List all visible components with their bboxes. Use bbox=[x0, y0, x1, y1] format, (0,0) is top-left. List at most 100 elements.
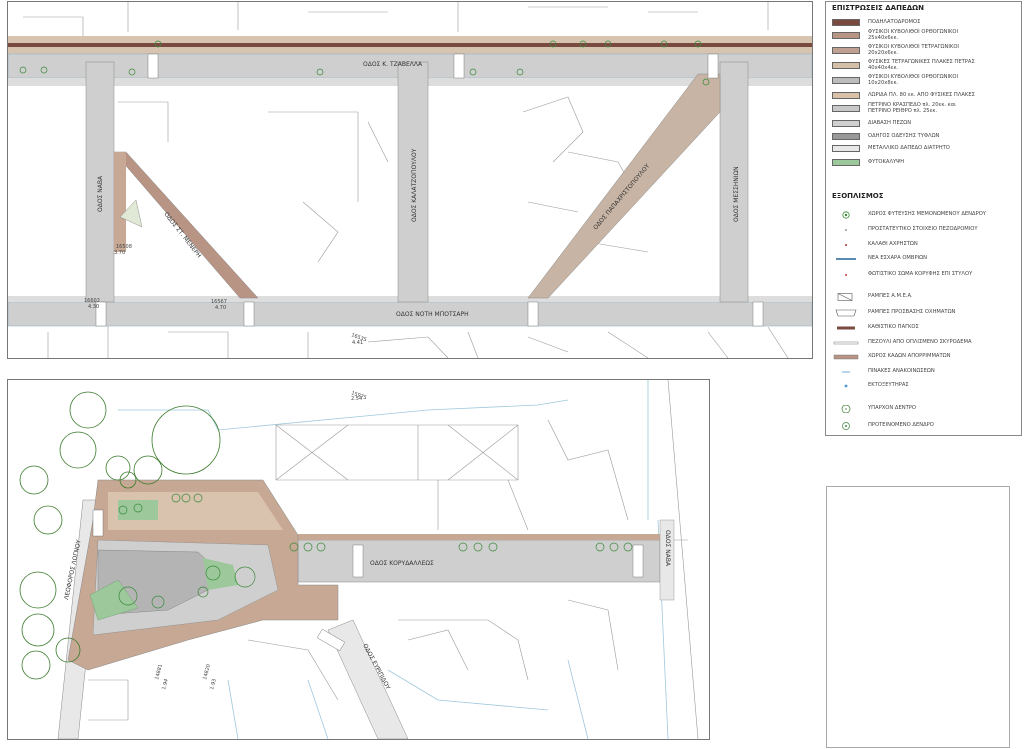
legend-surface-label: ΠΟΔΗΛΑΤΟΔΡΟΜΟΣ bbox=[868, 19, 921, 25]
legend-equipment-row: ΠΡΟΣΤΑΤΕΥΤΙΚΟ ΣΤΟΙΧΕΙΟ ΠΕΖΟΔΡΟΜΙΟΥ bbox=[832, 223, 1018, 235]
legend-surface-label: ΔΙΑΒΑΣΗ ΠΕΖΩΝ bbox=[868, 120, 912, 126]
legend-surface-row: ΛΩΡΙΔΑ ΠΛ. 80 εκ. ΑΠΟ ΦΥΣΙΚΕΣ ΠΛΑΚΕΣ bbox=[832, 89, 1018, 101]
board-icon bbox=[832, 368, 860, 375]
wall-icon bbox=[832, 339, 860, 346]
top-site-plan: ΟΔΟΣ Κ. ΤΖΑΒΕΛΛΑ ΟΔΟΣ ΝΟΤΗ ΜΠΟΤΣΑΡΗ ΟΔΟΣ… bbox=[7, 1, 813, 359]
legend-equipment-label: ΠΡΟΣΤΑΤΕΥΤΙΚΟ ΣΤΟΙΧΕΙΟ ΠΕΖΟΔΡΟΜΙΟΥ bbox=[868, 226, 978, 232]
legend-surface-row: ΟΔΗΓΟΣ ΟΔΕΥΣΗΣ ΤΥΦΛΩΝ bbox=[832, 130, 1018, 142]
sub-elevation-2: 4.70 bbox=[215, 305, 226, 311]
street-label-messinion: ΟΔΟΣ ΜΕΣΣΗΝΙΩΝ bbox=[733, 166, 740, 222]
planting-area-2 bbox=[118, 500, 158, 520]
legend-equipment-row: ΥΠΑΡΧΟΝ ΔΕΝΤΡΟ bbox=[832, 402, 1018, 414]
legend-equipment-row: ΡΑΜΠΕΣ Α.Μ.Ε.Α. bbox=[832, 290, 1018, 302]
legend-equipment-label: ΚΑΛΑΘΙ ΑΧΡΗΣΤΩΝ bbox=[868, 241, 918, 247]
legend-equipment-row: ΠΙΝΑΚΕΣ ΑΝΑΚΟΙΝΩΣΕΩΝ bbox=[832, 365, 1018, 377]
legend-title: ΕΠΙΣΤΡΩΣΕΙΣ ΔΑΠΕΔΩΝ bbox=[832, 4, 924, 12]
papachristopoulou-street bbox=[527, 73, 721, 299]
bollard-icon bbox=[832, 226, 860, 233]
legend-surface-label: ΠΕΤΡΙΝΟ ΚΡΑΣΠΕΔΟ πλ. 20εκ. και ΠΕΤΡΙΝΟ Ρ… bbox=[868, 102, 956, 114]
bin-icon bbox=[832, 241, 860, 248]
legend-equipment-label: ΧΩΡΟΣ ΦΥΤΕΥΣΗΣ ΜΕΜΟΝΩΜΕΝΟΥ ΔΕΝΔΡΟΥ bbox=[868, 211, 986, 217]
legend-surface-row: ΦΥΣΙΚΟΙ ΚΥΒΟΛΙΘΟΙ ΟΡΘΟΓΩΝΙΚΟΙ 10x20x8εκ. bbox=[832, 74, 1018, 86]
legend-surface-row: ΔΙΑΒΑΣΗ ΠΕΖΩΝ bbox=[832, 117, 1018, 129]
bench-icon bbox=[832, 324, 860, 331]
legend-equipment-row: ΧΩΡΟΣ ΦΥΤΕΥΣΗΣ ΜΕΜΟΝΩΜΕΝΟΥ ΔΕΝΔΡΟΥ bbox=[832, 208, 1018, 220]
legend-equipment-label: ΥΠΑΡΧΟΝ ΔΕΝΤΡΟ bbox=[868, 405, 916, 411]
sub-elevation-4: 3.70 bbox=[114, 250, 125, 256]
legend-swatch bbox=[832, 76, 860, 84]
legend-swatch bbox=[832, 158, 860, 166]
legend-surface-label: ΦΥΣΙΚΕΣ ΤΕΤΡΑΓΩΝΙΚΕΣ ΠΛΑΚΕΣ ΠΕΤΡΑΣ 40x40… bbox=[868, 59, 975, 71]
sub-elevation-3: 4.41 bbox=[352, 340, 363, 346]
street-label-navba: ΟΔΟΣ ΝΑΒΑ bbox=[97, 175, 104, 212]
legend-swatch bbox=[832, 46, 860, 54]
legend-equipment-label: ΠΙΝΑΚΕΣ ΑΝΑΚΟΙΝΩΣΕΩΝ bbox=[868, 368, 935, 374]
legend-equipment-label: ΚΑΘΙΣΤΙΚΟ ΠΑΓΚΟΣ bbox=[868, 324, 919, 330]
legend-swatch bbox=[832, 18, 860, 26]
legend-surface-label: ΦΥΣΙΚΟΙ ΚΥΒΟΛΙΘΟΙ ΟΡΘΟΓΩΝΙΚΟΙ 10x20x8εκ. bbox=[868, 74, 959, 86]
blank-title-block bbox=[826, 486, 1010, 748]
legend-swatch bbox=[832, 91, 860, 99]
proposed-tree-icon bbox=[832, 421, 860, 430]
street-label-notsari: ΟΔΟΣ ΝΟΤΗ ΜΠΟΤΣΑΡΗ bbox=[396, 311, 469, 318]
street-label-kalatzopoulou: ΟΔΟΣ ΚΑΛΑΤΖΟΠΟΥΛΟΥ bbox=[411, 148, 418, 222]
legend-equipment-label: ΕΚΤΟΞΕΥΤΗΡΑΣ bbox=[868, 382, 909, 388]
legend-swatch bbox=[832, 144, 860, 152]
legend-equipment-title: ΕΞΟΠΛΙΣΜΟΣ bbox=[832, 192, 884, 200]
evripidou-road bbox=[327, 619, 409, 739]
legend-panel: ΕΠΙΣΤΡΩΣΕΙΣ ΔΑΠΕΔΩΝ ΠΟΔΗΛΑΤΟΔΡΟΜΟΣ ΦΥΣΙΚΟ… bbox=[825, 1, 1022, 436]
bike-lane bbox=[8, 43, 812, 47]
legend-surface-label: ΦΥΤΟΚΑΛΥΨΗ bbox=[868, 159, 905, 165]
legend-equipment-row: ΦΩΤΙΣΤΙΚΟ ΣΩΜΑ ΚΟΡΥΦΗΣ ΕΠΙ ΣΤΥΛΟΥ bbox=[832, 268, 1018, 280]
legend-swatch bbox=[832, 61, 860, 69]
bottom-sub-elevation-3: 1.93 bbox=[209, 678, 218, 690]
menerhi-street bbox=[113, 151, 259, 299]
legend-equipment-row: ΧΩΡΟΣ ΚΑΔΩΝ ΑΠΟΡΡΙΜΜΑΤΩΝ bbox=[832, 350, 1018, 362]
bottom-sub-elevation-2: 1.94 bbox=[161, 678, 170, 690]
pedestrian-crossings bbox=[95, 53, 764, 327]
legend-surface-row: ΦΥΣΙΚΕΣ ΤΕΤΡΑΓΩΝΙΚΕΣ ΠΛΑΚΕΣ ΠΕΤΡΑΣ 40x40… bbox=[832, 59, 1018, 71]
tree-pit-icon bbox=[832, 210, 860, 219]
legend-equipment-label: ΧΩΡΟΣ ΚΑΔΩΝ ΑΠΟΡΡΙΜΜΑΤΩΝ bbox=[868, 353, 951, 359]
legend-equipment-row: ΕΚΤΟΞΕΥΤΗΡΑΣ bbox=[832, 379, 1018, 391]
legend-equipment-label: ΠΡΟΤΕΙΝΟΜΕΝΟ ΔΕΝΔΡΟ bbox=[868, 422, 934, 428]
vehicle-ramp-icon bbox=[832, 309, 860, 316]
legend-surface-row: ΦΥΤΟΚΑΛΥΨΗ bbox=[832, 156, 1018, 168]
legend-surface-row: ΜΕΤΑΛΛΙΚΟ ΔΑΠΕΔΟ ΔΙΑΤΡΗΤΟ bbox=[832, 142, 1018, 154]
legend-equipment-label: ΦΩΤΙΣΤΙΚΟ ΣΩΜΑ ΚΟΡΥΦΗΣ ΕΠΙ ΣΤΥΛΟΥ bbox=[868, 271, 973, 277]
lamp-icon bbox=[832, 271, 860, 278]
legend-equipment-row: ΡΑΜΠΕΣ ΠΡΟΣΒΑΣΗΣ ΟΧΗΜΑΤΩΝ bbox=[832, 306, 1018, 318]
legend-surface-label: ΜΕΤΑΛΛΙΚΟ ΔΑΠΕΔΟ ΔΙΑΤΡΗΤΟ bbox=[868, 145, 950, 151]
top-plan-drawing: ΟΔΟΣ Κ. ΤΖΑΒΕΛΛΑ ΟΔΟΣ ΝΟΤΗ ΜΠΟΤΣΑΡΗ ΟΔΟΣ… bbox=[8, 2, 812, 358]
sub-elevation-1: 4.30 bbox=[88, 304, 99, 310]
drain-icon bbox=[832, 255, 860, 262]
street-label-korydallou: ΟΔΟΣ ΚΟΡΥΔΑΛΛΕΩΣ bbox=[370, 560, 434, 567]
legend-equipment-row: ΚΑΛΑΘΙ ΑΧΡΗΣΤΩΝ bbox=[832, 238, 1018, 250]
legend-surface-label: ΦΥΣΙΚΟΙ ΚΥΒΟΛΙΘΟΙ ΤΕΤΡΑΓΩΝΙΚΟΙ 20x20x6εκ… bbox=[868, 44, 959, 56]
legend-equipment-row: ΚΑΘΙΣΤΙΚΟ ΠΑΓΚΟΣ bbox=[832, 321, 1018, 333]
sprinkler-icon bbox=[832, 382, 860, 389]
legend-equipment-row: ΠΕΖΟΥΛΙ ΑΠΟ ΟΠΛΙΣΜΕΝΟ ΣΚΥΡΟΔΕΜΑ bbox=[832, 336, 1018, 348]
existing-tree-icon bbox=[832, 404, 860, 413]
legend-surface-label: ΟΔΗΓΟΣ ΟΔΕΥΣΗΣ ΤΥΦΛΩΝ bbox=[868, 133, 940, 139]
legend-surface-row: ΦΥΣΙΚΟΙ ΚΥΒΟΛΙΘΟΙ ΟΡΘΟΓΩΝΙΚΟΙ 25x40x6εκ. bbox=[832, 29, 1018, 41]
bottom-elevation-2: 14881 bbox=[154, 664, 164, 681]
legend-equipment-label: ΡΑΜΠΕΣ ΠΡΟΣΒΑΣΗΣ ΟΧΗΜΑΤΩΝ bbox=[868, 309, 956, 315]
korydallou-north-sidewalk bbox=[298, 534, 660, 540]
street-label-tzavella: ΟΔΟΣ Κ. ΤΖΑΒΕΛΛΑ bbox=[363, 61, 423, 68]
legend-swatch bbox=[832, 132, 860, 140]
legend-equipment-label: ΝΕΑ ΕΣΧΑΡΑ ΟΜΒΡΙΩΝ bbox=[868, 255, 927, 261]
bottom-elevation-3: 14820 bbox=[202, 664, 212, 681]
legend-surface-label: ΛΩΡΙΔΑ ΠΛ. 80 εκ. ΑΠΟ ΦΥΣΙΚΕΣ ΠΛΑΚΕΣ bbox=[868, 92, 975, 98]
legend-equipment-row: ΠΡΟΤΕΙΝΟΜΕΝΟ ΔΕΝΔΡΟ bbox=[832, 419, 1018, 431]
street-label-navba-bottom: ΟΔΟΣ ΝΑΒΑ bbox=[664, 530, 671, 567]
waste-area-icon bbox=[832, 353, 860, 360]
legend-swatch bbox=[832, 119, 860, 127]
bottom-site-plan: ΟΔΟΣ ΚΟΡΥΔΑΛΛΕΩΣ ΟΔΟΣ ΝΑΒΑ ΟΔΟΣ ΕΥΡΙΠΙΔΟ… bbox=[7, 379, 710, 740]
legend-equipment-row: ΝΕΑ ΕΣΧΑΡΑ ΟΜΒΡΙΩΝ bbox=[832, 252, 1018, 264]
legend-equipment-label: ΡΑΜΠΕΣ Α.Μ.Ε.Α. bbox=[868, 293, 913, 299]
legend-surface-row: ΠΕΤΡΙΝΟ ΚΡΑΣΠΕΔΟ πλ. 20εκ. και ΠΕΤΡΙΝΟ Ρ… bbox=[832, 102, 1018, 114]
legend-swatch bbox=[832, 31, 860, 39]
legend-swatch bbox=[832, 104, 860, 112]
legend-surface-row: ΦΥΣΙΚΟΙ ΚΥΒΟΛΙΘΟΙ ΤΕΤΡΑΓΩΝΙΚΟΙ 20x20x6εκ… bbox=[832, 44, 1018, 56]
